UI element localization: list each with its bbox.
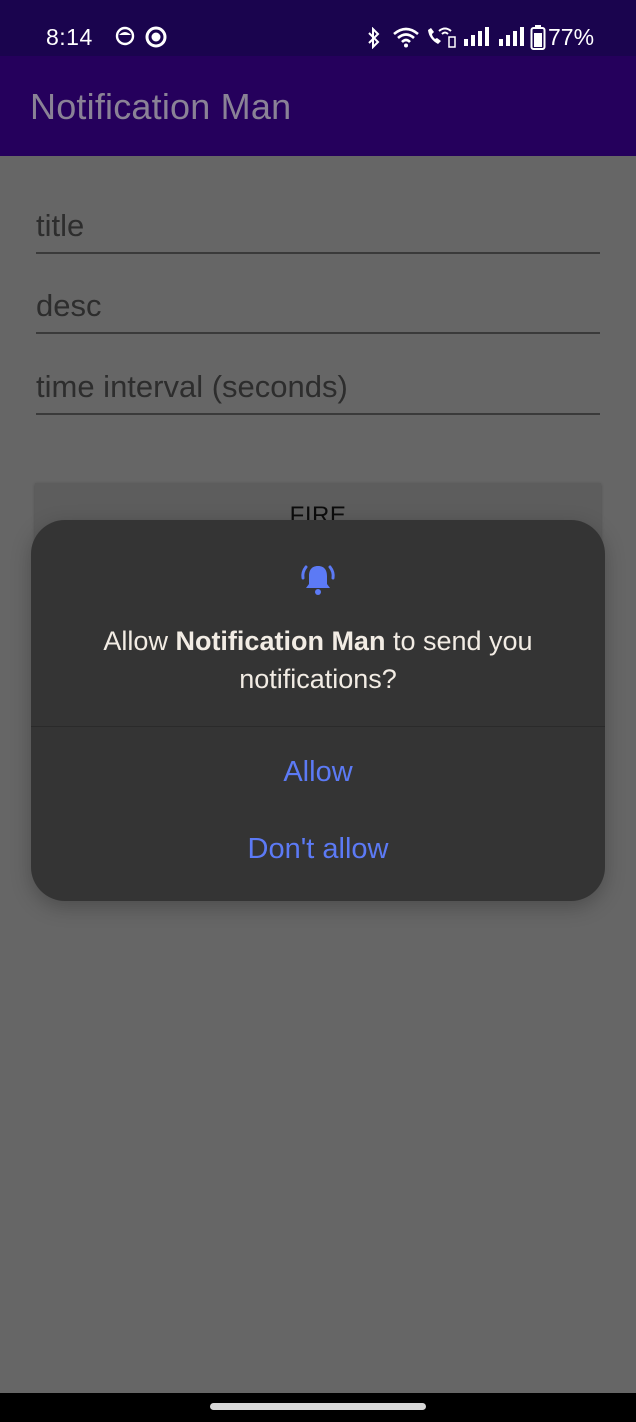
allow-button[interactable]: Allow (31, 756, 605, 789)
home-gesture-handle[interactable] (210, 1403, 426, 1410)
signal-icon (462, 27, 492, 52)
dialog-app-name: Notification Man (175, 626, 386, 656)
app-title: Notification Man (30, 86, 292, 127)
dialog-divider (31, 726, 605, 727)
desc-placeholder: desc (36, 288, 102, 323)
status-time: 8:14 (46, 24, 93, 50)
navigation-bar (0, 1393, 636, 1422)
desc-field[interactable]: desc (36, 272, 600, 334)
face-icon (115, 26, 135, 51)
status-bar: 8:14 77% (0, 0, 636, 56)
wifi-icon (392, 26, 420, 53)
notification-permission-dialog: Allow Notification Man to send you notif… (31, 520, 605, 901)
dont-allow-button[interactable]: Don't allow (31, 833, 605, 866)
signal-icon (497, 27, 527, 52)
time-interval-field[interactable]: time interval (seconds) (36, 353, 600, 415)
dialog-message-prefix: Allow (103, 626, 176, 656)
bluetooth-icon (366, 26, 382, 54)
battery-icon (530, 25, 546, 56)
time-interval-placeholder: time interval (seconds) (36, 369, 348, 404)
battery-percent: 77% (548, 24, 595, 50)
title-field[interactable]: title (36, 192, 600, 254)
title-placeholder: title (36, 208, 85, 243)
notification-bell-icon (299, 560, 337, 598)
circle-icon (145, 26, 167, 53)
app-bar: Notification Man (0, 56, 636, 156)
dialog-message: Allow Notification Man to send you notif… (71, 622, 565, 698)
wifi-calling-icon (425, 25, 457, 54)
